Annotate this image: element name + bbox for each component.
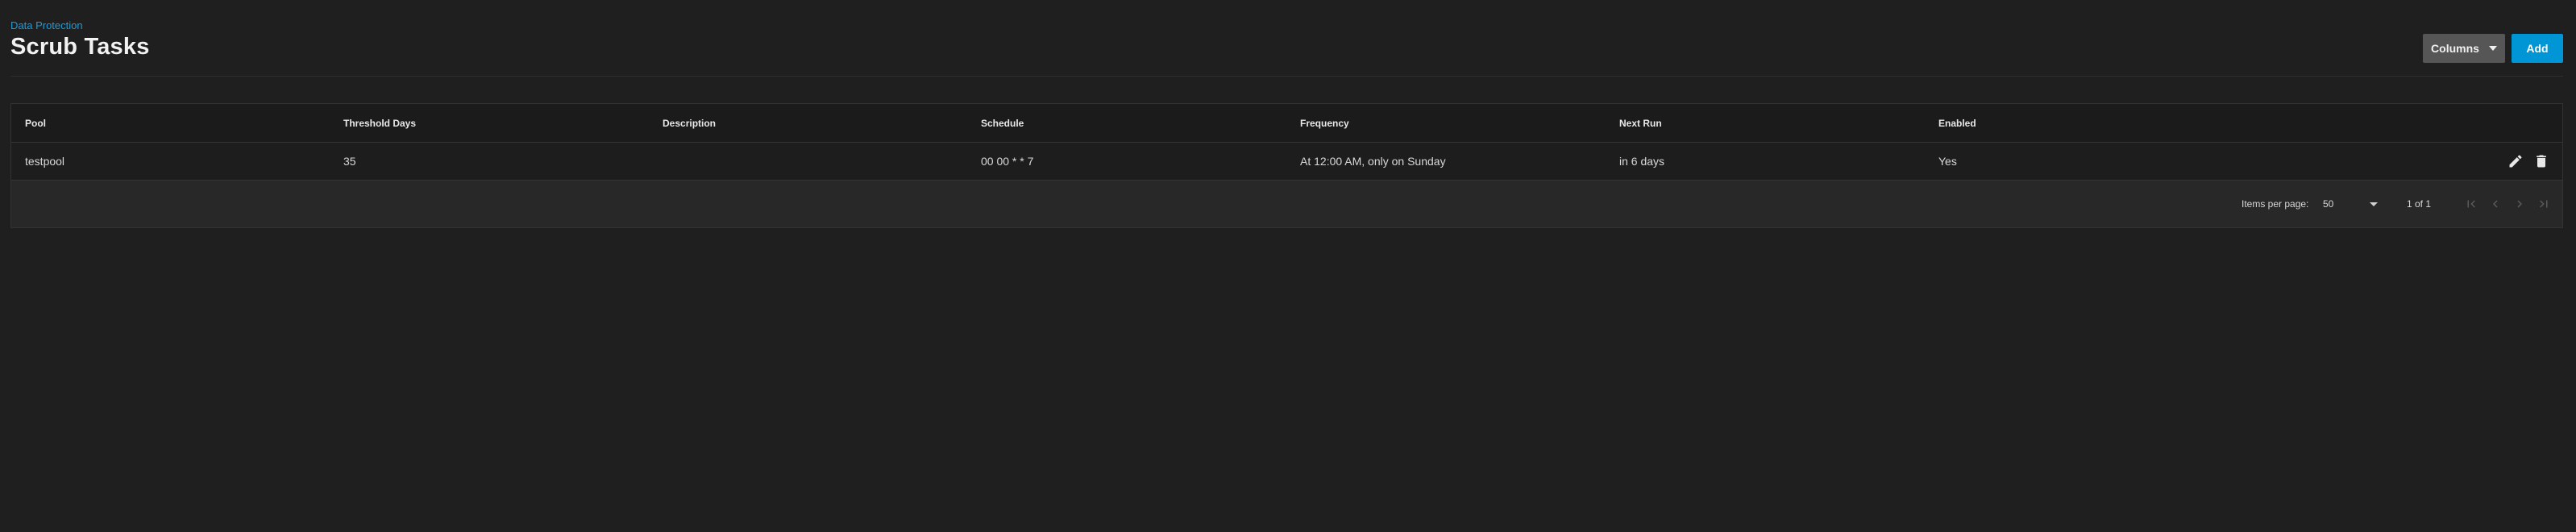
items-per-page-value: 50 (2323, 198, 2334, 210)
cell-schedule: 00 00 * * 7 (981, 155, 1034, 168)
columns-button[interactable]: Columns (2423, 34, 2505, 63)
chevron-left-icon[interactable] (2486, 194, 2505, 214)
cell-pool: testpool (25, 155, 65, 168)
cell-threshold-days: 35 (343, 155, 356, 168)
columns-button-label: Columns (2431, 42, 2479, 55)
page-title: Scrub Tasks (10, 34, 150, 60)
scrub-tasks-table: Pool Threshold Days Description Schedule… (10, 103, 2563, 228)
column-header-schedule[interactable]: Schedule (981, 104, 1024, 142)
paginator: Items per page: 50 1 of 1 (11, 181, 2562, 227)
cell-frequency: At 12:00 AM, only on Sunday (1300, 155, 1446, 168)
items-per-page-label: Items per page: (2242, 198, 2309, 210)
row-actions (2506, 143, 2551, 180)
first-page-icon[interactable] (2462, 194, 2481, 214)
table-header-row: Pool Threshold Days Description Schedule… (11, 104, 2562, 143)
pencil-icon[interactable] (2506, 152, 2525, 171)
column-header-threshold-days[interactable]: Threshold Days (343, 104, 416, 142)
cell-enabled: Yes (1938, 155, 1957, 168)
items-per-page-select[interactable]: 50 (2323, 194, 2379, 214)
cell-next-run: in 6 days (1619, 155, 1665, 168)
last-page-icon[interactable] (2534, 194, 2553, 214)
trash-icon[interactable] (2532, 152, 2551, 171)
caret-down-icon (2370, 202, 2378, 206)
page-range-label: 1 of 1 (2407, 198, 2432, 210)
column-header-next-run[interactable]: Next Run (1619, 104, 1662, 142)
column-header-pool[interactable]: Pool (25, 104, 46, 142)
table-row[interactable]: testpool 35 00 00 * * 7 At 12:00 AM, onl… (11, 143, 2562, 181)
chevron-right-icon[interactable] (2510, 194, 2529, 214)
scrub-tasks-page: Data Protection Scrub Tasks Columns Add … (0, 0, 2576, 532)
header-divider (10, 76, 2563, 77)
breadcrumb-data-protection[interactable]: Data Protection (10, 19, 83, 31)
column-header-description[interactable]: Description (663, 104, 716, 142)
add-button[interactable]: Add (2512, 34, 2563, 63)
column-header-frequency[interactable]: Frequency (1300, 104, 1349, 142)
column-header-enabled[interactable]: Enabled (1938, 104, 1976, 142)
page-navigation (2462, 194, 2553, 214)
caret-down-icon (2488, 46, 2497, 51)
